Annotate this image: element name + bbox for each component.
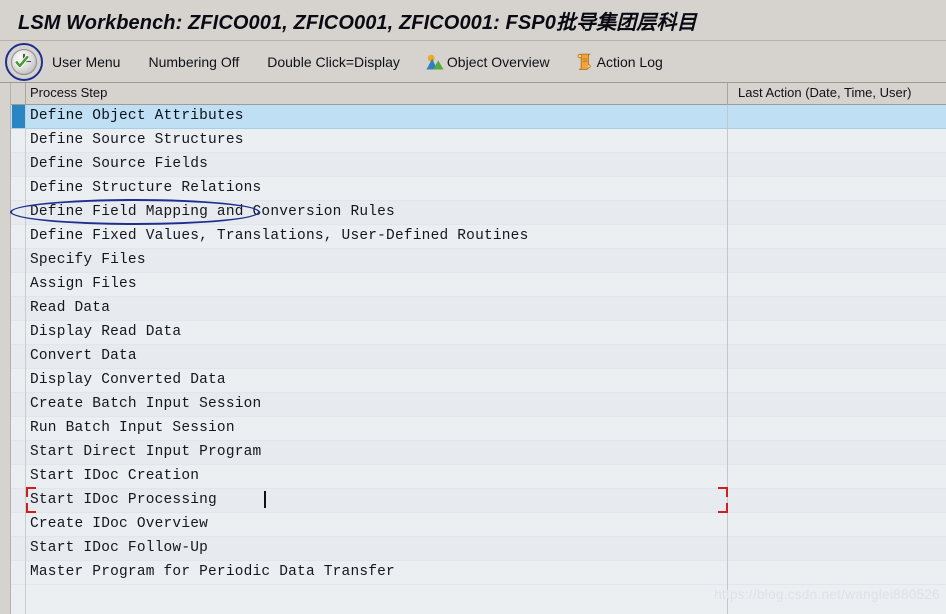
table-row[interactable]: Define Source Structures [0, 129, 946, 153]
selection-column-separator [25, 105, 26, 614]
row-selection-block[interactable] [12, 513, 25, 536]
row-selection-block[interactable] [12, 105, 25, 128]
table-row[interactable]: Master Program for Periodic Data Transfe… [0, 561, 946, 585]
table-row[interactable]: Convert Data [0, 345, 946, 369]
table-row[interactable]: Define Object Attributes [0, 105, 946, 129]
row-label-process-step: Convert Data [30, 348, 137, 364]
row-label-process-step: Define Object Attributes [30, 108, 244, 124]
focus-bracket-top-left [26, 487, 36, 497]
row-selection-block[interactable] [12, 441, 25, 464]
table-row[interactable]: Define Structure Relations [0, 177, 946, 201]
column-separator [727, 105, 728, 614]
toolbar-item-user-menu[interactable]: User Menu [52, 55, 120, 69]
focus-bracket-bottom-left [26, 503, 36, 513]
table-row[interactable]: Assign Files [0, 273, 946, 297]
table-row-focused[interactable]: Create Batch Input Session [0, 393, 946, 417]
clock-check-icon [11, 49, 37, 75]
toolbar-item-label: Object Overview [447, 55, 550, 69]
row-selection-block[interactable] [12, 249, 25, 272]
row-selection-block[interactable] [12, 201, 25, 224]
row-selection-block[interactable] [12, 153, 25, 176]
toolbar-item-label: Numbering Off [148, 55, 239, 69]
text-caret [264, 491, 266, 508]
row-label-process-step: Start IDoc Processing [30, 492, 217, 508]
window-title-bar: LSM Workbench: ZFICO001, ZFICO001, ZFICO… [0, 0, 946, 41]
toolbar-item-numbering-off[interactable]: Numbering Off [148, 55, 239, 69]
table-header-row: Process Step Last Action (Date, Time, Us… [0, 83, 946, 105]
row-label-process-step: Define Source Fields [30, 156, 208, 172]
toolbar-item-action-log[interactable]: Action Log [576, 53, 663, 71]
header-divider-left [25, 83, 26, 105]
row-selection-block[interactable] [12, 321, 25, 344]
table-row[interactable]: Start IDoc Processing [0, 489, 946, 513]
row-label-process-step: Assign Files [30, 276, 137, 292]
table-row[interactable]: Start IDoc Follow-Up [0, 537, 946, 561]
row-label-process-step: Start Direct Input Program [30, 444, 261, 460]
table-row[interactable]: Display Converted Data [0, 369, 946, 393]
row-label-process-step: Define Field Mapping and Conversion Rule… [30, 204, 395, 220]
row-selection-block[interactable] [12, 177, 25, 200]
toolbar-item-object-overview[interactable]: Object Overview [426, 53, 550, 71]
toolbar-item-label: Double Click=Display [267, 55, 400, 69]
row-selection-block[interactable] [12, 489, 25, 512]
table-row[interactable]: Specify Files [0, 249, 946, 273]
table-row[interactable]: Create IDoc Overview [0, 513, 946, 537]
row-label-process-step: Define Structure Relations [30, 180, 261, 196]
row-selection-block[interactable] [12, 273, 25, 296]
row-selection-block[interactable] [12, 465, 25, 488]
mountains-sun-icon [426, 53, 444, 71]
row-label-process-step: Display Converted Data [30, 372, 226, 388]
row-label-process-step: Create IDoc Overview [30, 516, 208, 532]
row-selection-block[interactable] [12, 393, 25, 416]
row-label-process-step: Define Fixed Values, Translations, User-… [30, 228, 528, 244]
row-label-process-step: Define Source Structures [30, 132, 244, 148]
table-body: Define Object Attributes Define Source S… [0, 105, 946, 614]
row-selection-block[interactable] [12, 129, 25, 152]
row-label-process-step: Specify Files [30, 252, 146, 268]
scroll-icon [576, 53, 594, 71]
row-selection-block[interactable] [12, 417, 25, 440]
row-label-process-step: Read Data [30, 300, 110, 316]
row-label-process-step: Start IDoc Follow-Up [30, 540, 208, 556]
row-selection-block[interactable] [12, 225, 25, 248]
row-label-process-step: Run Batch Input Session [30, 420, 235, 436]
row-label-process-step: Display Read Data [30, 324, 181, 340]
table-row[interactable]: Read Data [0, 297, 946, 321]
toolbar-item-double-click-display[interactable]: Double Click=Display [267, 55, 400, 69]
row-selection-block[interactable] [12, 561, 25, 584]
table-row[interactable]: Define Fixed Values, Translations, User-… [0, 225, 946, 249]
table-row[interactable]: Define Field Mapping and Conversion Rule… [0, 201, 946, 225]
green-check-icon [15, 55, 29, 69]
page-title: LSM Workbench: ZFICO001, ZFICO001, ZFICO… [0, 6, 697, 35]
table-row[interactable]: Define Source Fields [0, 153, 946, 177]
execute-button[interactable] [2, 41, 46, 83]
left-gutter [0, 83, 11, 614]
application-toolbar: User Menu Numbering Off Double Click=Dis… [0, 41, 946, 83]
table-row[interactable]: Start IDoc Creation [0, 465, 946, 489]
row-label-process-step: Master Program for Periodic Data Transfe… [30, 564, 395, 580]
table-row[interactable]: Start Direct Input Program [0, 441, 946, 465]
focus-bracket-top-right [718, 487, 728, 497]
table-row[interactable]: Display Read Data [0, 321, 946, 345]
row-label-process-step: Create Batch Input Session [30, 396, 261, 412]
focus-bracket-bottom-right [718, 503, 728, 513]
column-header-process-step[interactable]: Process Step [30, 85, 107, 100]
row-selection-block[interactable] [12, 369, 25, 392]
row-label-process-step: Start IDoc Creation [30, 468, 199, 484]
header-divider-right[interactable] [727, 83, 728, 105]
row-selection-block[interactable] [12, 297, 25, 320]
process-step-table: Process Step Last Action (Date, Time, Us… [0, 83, 946, 614]
row-selection-block[interactable] [12, 537, 25, 560]
row-selection-block[interactable] [12, 345, 25, 368]
toolbar-item-label: User Menu [52, 55, 120, 69]
column-header-last-action[interactable]: Last Action (Date, Time, User) [738, 85, 911, 100]
table-row[interactable]: Run Batch Input Session [0, 417, 946, 441]
toolbar-item-label: Action Log [597, 55, 663, 69]
